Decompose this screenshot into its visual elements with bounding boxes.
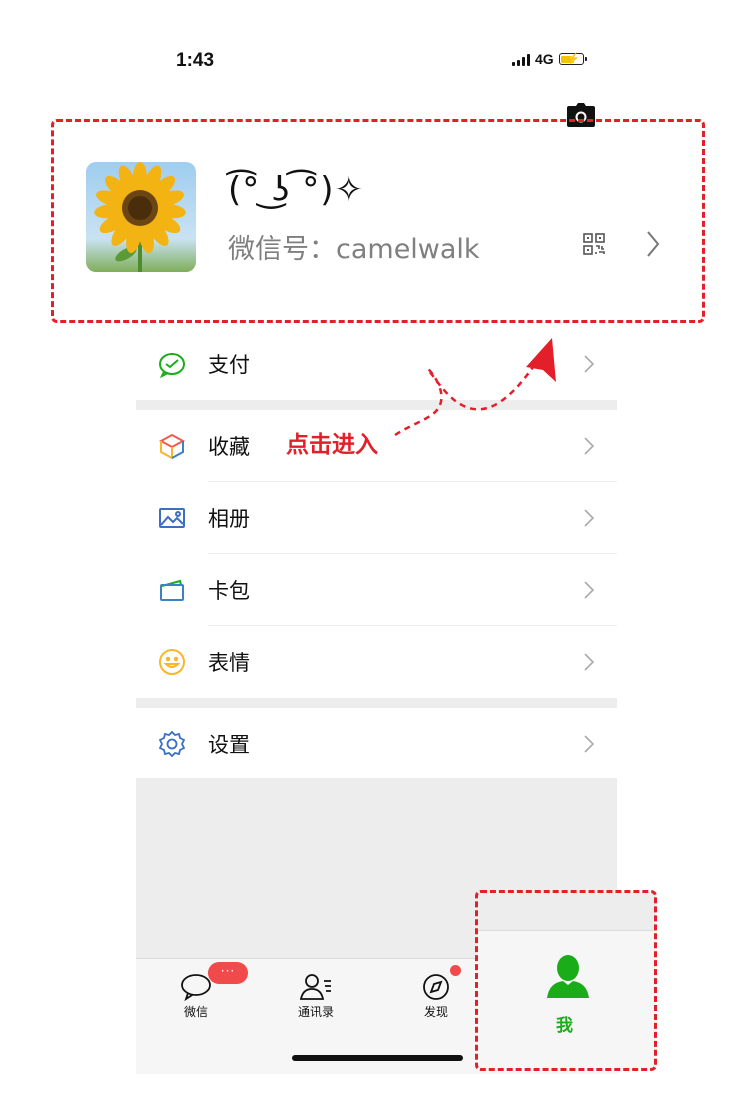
tab-label-chats: 微信 (183, 1005, 208, 1019)
annotation-arrow (394, 338, 556, 437)
chevron-right-icon (584, 437, 594, 455)
pay-icon (159, 353, 185, 378)
chevron-right-icon (584, 735, 594, 753)
tab-label-contacts: 通讯录 (297, 1005, 334, 1019)
unread-badge: ··· (208, 962, 248, 984)
menu-label-favorites: 收藏 (208, 435, 250, 459)
network-type: 4G (535, 51, 554, 67)
tab-discover[interactable]: 发现 (396, 973, 476, 1020)
contacts-icon (299, 974, 331, 1000)
chevron-right-icon (584, 653, 594, 671)
chevron-right-icon (584, 581, 594, 599)
favorites-icon (158, 433, 186, 460)
cards-icon (160, 579, 184, 601)
menu-label-album: 相册 (208, 507, 250, 531)
status-time: 1:43 (176, 50, 215, 71)
menu-label-pay: 支付 (208, 353, 250, 377)
stickers-icon (159, 649, 185, 675)
chat-bubble-icon (181, 974, 211, 1001)
signal-icon (512, 53, 530, 66)
menu-item-cards[interactable]: 卡包 (136, 554, 617, 626)
settings-icon (158, 730, 186, 758)
tab-label-discover: 发现 (423, 1005, 448, 1019)
me-tab-highlight-box (475, 890, 657, 1071)
menu-item-settings[interactable]: 设置 (136, 708, 617, 780)
discover-dot-badge (450, 965, 461, 976)
album-icon (159, 508, 185, 528)
menu-label-settings: 设置 (208, 733, 250, 757)
menu-label-stickers: 表情 (208, 651, 250, 675)
section-gap (136, 698, 617, 708)
compass-icon (423, 974, 449, 1000)
tab-contacts[interactable]: 通讯录 (276, 973, 356, 1020)
menu-item-stickers[interactable]: 表情 (136, 626, 617, 698)
chevron-right-icon (584, 355, 594, 373)
menu-label-cards: 卡包 (208, 579, 250, 603)
home-indicator (292, 1055, 463, 1061)
menu-item-album[interactable]: 相册 (136, 482, 617, 554)
status-indicators: 4G ⚡ (512, 51, 587, 67)
chevron-right-icon (584, 509, 594, 527)
annotation-label: 点击进入 (286, 432, 378, 458)
profile-highlight-box (51, 119, 705, 323)
battery-icon: ⚡ (558, 53, 587, 65)
